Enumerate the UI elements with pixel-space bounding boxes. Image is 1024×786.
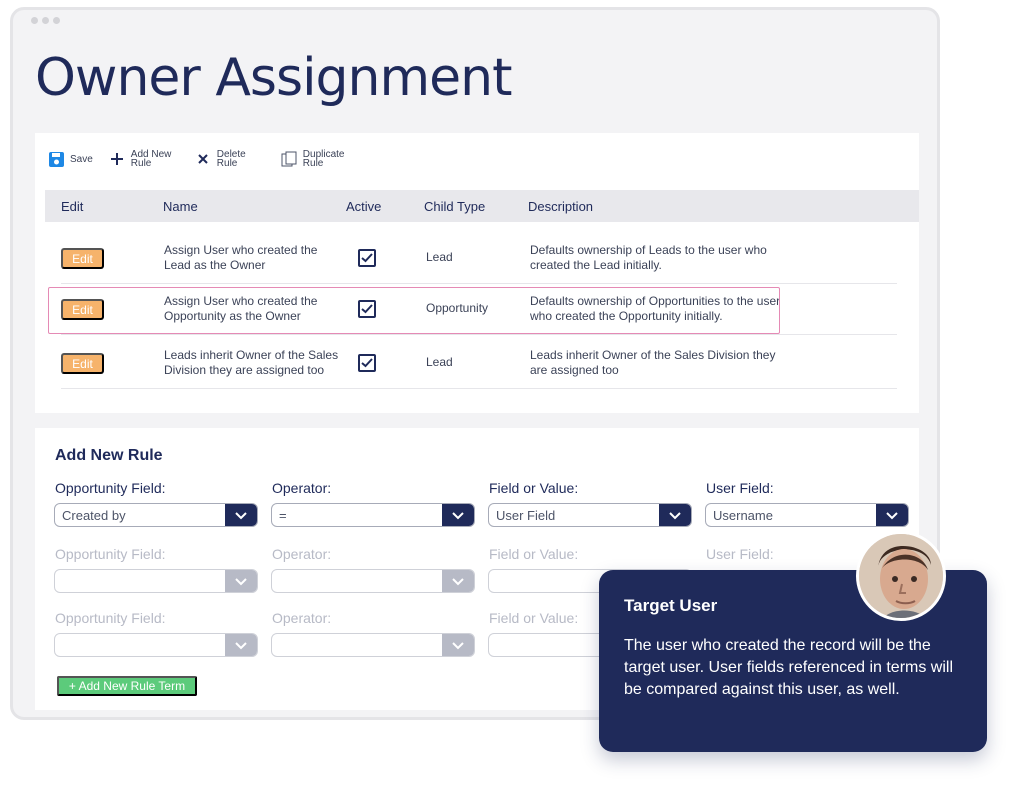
save-icon [47, 150, 65, 168]
child-type: Lead [426, 355, 453, 369]
edit-button[interactable]: Edit [61, 248, 104, 269]
active-checkbox[interactable] [358, 249, 376, 267]
opportunity-field-select[interactable] [54, 569, 258, 593]
opportunity-field-value: Created by [62, 508, 126, 523]
header-edit: Edit [61, 199, 84, 214]
chevron-down-icon[interactable] [225, 570, 257, 592]
operator-value: = [279, 508, 287, 523]
delete-rule-button[interactable]: Delete Rule [194, 149, 265, 169]
window-dot-icon [53, 17, 60, 24]
table-toolbar: Save Add New Rule Delete Rule Duplicate … [47, 149, 351, 169]
chevron-down-icon[interactable] [225, 634, 257, 656]
duplicate-rule-label: Duplicate Rule [302, 149, 345, 169]
chevron-down-icon[interactable] [442, 570, 474, 592]
active-checkbox[interactable] [358, 354, 376, 372]
rule-description: Defaults ownership of Leads to the user … [530, 243, 767, 272]
save-label: Save [70, 153, 93, 165]
operator-select[interactable]: = [271, 503, 475, 527]
field-or-value-label: Field or Value: [489, 610, 579, 626]
user-field-select[interactable]: Username [705, 503, 909, 527]
opportunity-field-label: Opportunity Field: [55, 480, 166, 496]
user-field-label: User Field: [706, 480, 774, 496]
tooltip-body: The user who created the record will be … [624, 637, 954, 698]
page-title: Owner Assignment [35, 48, 512, 108]
edit-button[interactable]: Edit [61, 353, 104, 374]
checkmark-icon [361, 304, 373, 314]
opportunity-field-label: Opportunity Field: [55, 610, 166, 626]
window-dot-icon [31, 17, 38, 24]
chevron-down-icon[interactable] [442, 504, 474, 526]
rule-description: Leads inherit Owner of the Sales Divisio… [530, 348, 776, 377]
copy-icon [280, 150, 298, 168]
avatar [856, 531, 946, 621]
field-or-value-label: Field or Value: [489, 480, 579, 496]
child-type: Opportunity [426, 301, 489, 315]
header-name: Name [163, 199, 198, 214]
field-or-value-value: User Field [496, 508, 556, 523]
child-type: Lead [426, 250, 453, 264]
add-new-rule-label: Add New Rule [130, 149, 172, 169]
table-row: Edit Assign User who created the Lead as… [61, 233, 897, 284]
rules-table-panel: Save Add New Rule Delete Rule Duplicate … [35, 133, 919, 413]
operator-select[interactable] [271, 633, 475, 657]
delete-icon [194, 150, 212, 168]
operator-label: Operator: [272, 610, 332, 626]
add-rule-title: Add New Rule [55, 447, 163, 464]
table-row: Edit Assign User who created the Opportu… [48, 284, 897, 335]
chevron-down-icon[interactable] [876, 504, 908, 526]
add-rule-term-button[interactable]: + Add New Rule Term [57, 676, 197, 696]
field-or-value-label: Field or Value: [489, 546, 579, 562]
chevron-down-icon[interactable] [659, 504, 691, 526]
opportunity-field-select[interactable]: Created by [54, 503, 258, 527]
operator-label: Operator: [272, 480, 332, 496]
rule-description: Defaults ownership of Opportunities to t… [530, 294, 781, 323]
field-or-value-select[interactable]: User Field [488, 503, 692, 527]
operator-label: Operator: [272, 546, 332, 562]
add-new-rule-button[interactable]: Add New Rule [108, 149, 179, 169]
window-controls [31, 17, 60, 24]
table-row: Edit Leads inherit Owner of the Sales Di… [61, 338, 897, 389]
tooltip-title: Target User [624, 596, 718, 615]
rule-name: Assign User who created the Lead as the … [164, 243, 318, 272]
opportunity-field-label: Opportunity Field: [55, 546, 166, 562]
checkmark-icon [361, 358, 373, 368]
window-dot-icon [42, 17, 49, 24]
user-field-value: Username [713, 508, 773, 523]
user-field-label: User Field: [706, 546, 774, 562]
plus-icon [108, 150, 126, 168]
rule-name: Assign User who created the Opportunity … [164, 294, 318, 323]
header-active: Active [346, 199, 382, 214]
save-button[interactable]: Save [47, 150, 93, 168]
delete-rule-label: Delete Rule [216, 149, 246, 169]
header-description: Description [528, 199, 594, 214]
rule-name: Leads inherit Owner of the Sales Divisio… [164, 348, 339, 377]
operator-select[interactable] [271, 569, 475, 593]
chevron-down-icon[interactable] [225, 504, 257, 526]
header-child-type: Child Type [424, 199, 486, 214]
active-checkbox[interactable] [358, 300, 376, 318]
duplicate-rule-button[interactable]: Duplicate Rule [280, 149, 351, 169]
chevron-down-icon[interactable] [442, 634, 474, 656]
table-header: Edit Name Active Child Type Description [45, 190, 919, 222]
opportunity-field-select[interactable] [54, 633, 258, 657]
edit-button[interactable]: Edit [61, 299, 104, 320]
checkmark-icon [361, 253, 373, 263]
